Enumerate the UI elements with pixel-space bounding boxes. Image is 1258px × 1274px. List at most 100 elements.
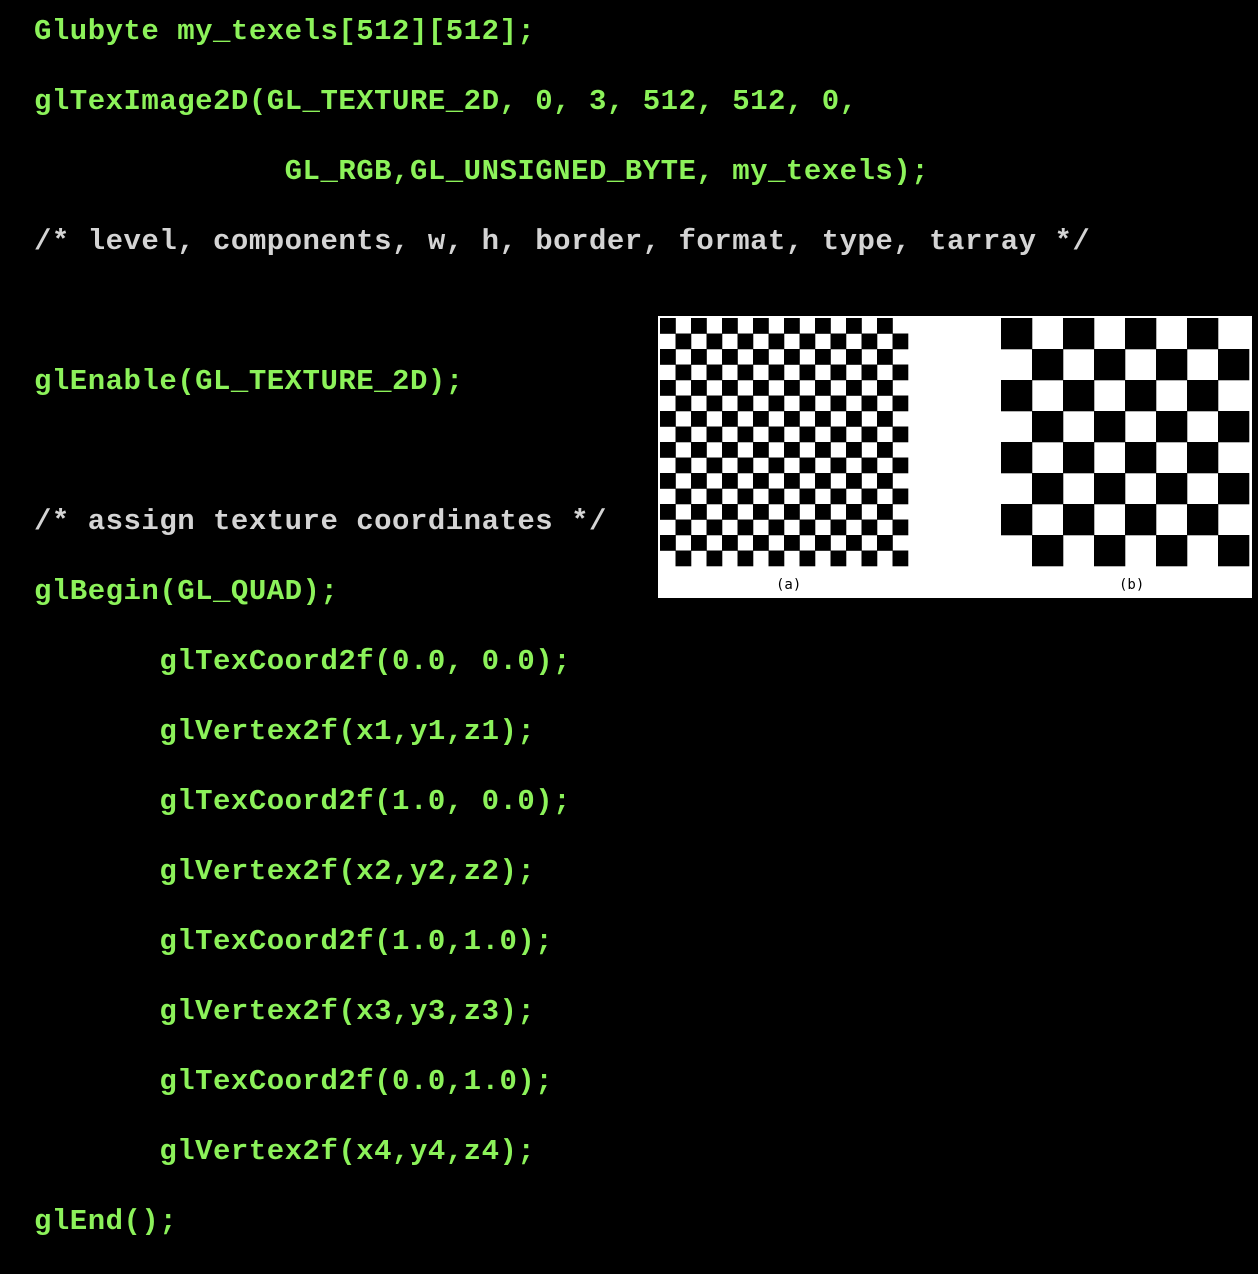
- code-listing: Glubyte my_texels[512][512]; glTexImage2…: [34, 14, 1090, 1274]
- checker-square-a: [660, 349, 676, 365]
- checker-square-a: [768, 519, 785, 536]
- checker-square-b: [1032, 411, 1064, 443]
- checker-square-b: [1063, 504, 1095, 536]
- checker-square-a: [830, 333, 847, 350]
- code-comment-params: /* level, components, w, h, border, form…: [34, 225, 1091, 258]
- checker-square-a: [861, 488, 878, 505]
- checker-square-a: [799, 488, 816, 505]
- checker-square-b: [1187, 504, 1219, 536]
- checker-square-a: [877, 380, 893, 396]
- checker-square-a: [768, 457, 785, 474]
- code-line-texcoord-2: glTexCoord2f(1.0, 0.0);: [34, 785, 572, 818]
- checker-square-a: [799, 333, 816, 350]
- panel-a-caption: (a): [776, 577, 802, 593]
- checker-square-a: [753, 411, 769, 427]
- checker-square-a: [722, 318, 738, 334]
- checker-square-b: [1125, 318, 1157, 350]
- checker-square-a: [706, 333, 723, 350]
- checker-square-b: [1001, 380, 1033, 412]
- checker-square-b: [1125, 442, 1157, 474]
- checker-square-b: [1094, 349, 1126, 381]
- checker-square-a: [737, 395, 754, 412]
- checker-square-a: [691, 380, 707, 396]
- checker-square-a: [691, 442, 707, 458]
- checker-square-a: [675, 395, 692, 412]
- checker-square-a: [753, 473, 769, 489]
- code-line-teximage2d: glTexImage2D(GL_TEXTURE_2D, 0, 3, 512, 5…: [34, 85, 858, 118]
- code-line-vertex-3: glVertex2f(x3,y3,z3);: [34, 995, 536, 1028]
- checker-square-b: [1063, 442, 1095, 474]
- checker-square-a: [815, 411, 831, 427]
- checker-square-a: [830, 395, 847, 412]
- checker-square-a: [691, 504, 707, 520]
- checker-square-a: [877, 473, 893, 489]
- code-line-texcoord-3: glTexCoord2f(1.0,1.0);: [34, 925, 554, 958]
- checker-square-a: [660, 442, 676, 458]
- checker-square-b: [1001, 318, 1033, 350]
- checker-square-b: [1156, 411, 1188, 443]
- checker-square-a: [706, 550, 723, 567]
- checker-square-a: [691, 473, 707, 489]
- checker-square-b: [1032, 535, 1064, 567]
- checker-square-a: [706, 519, 723, 536]
- checker-square-a: [892, 333, 909, 350]
- checker-square-a: [722, 442, 738, 458]
- checker-square-b: [1218, 349, 1250, 381]
- checker-square-a: [815, 504, 831, 520]
- checker-square-a: [799, 364, 816, 381]
- checker-square-b: [1094, 411, 1126, 443]
- checker-square-a: [675, 550, 692, 567]
- checker-square-a: [892, 488, 909, 505]
- checker-square-a: [815, 535, 831, 551]
- checker-square-a: [877, 349, 893, 365]
- checker-square-a: [877, 318, 893, 334]
- checker-square-a: [784, 473, 800, 489]
- checker-square-a: [722, 473, 738, 489]
- checker-square-a: [660, 380, 676, 396]
- checker-square-a: [815, 442, 831, 458]
- checker-square-b: [1032, 473, 1064, 505]
- checker-square-a: [846, 411, 862, 427]
- checker-square-a: [784, 442, 800, 458]
- checker-square-a: [768, 550, 785, 567]
- checker-square-b: [1187, 380, 1219, 412]
- checker-square-b: [1156, 349, 1188, 381]
- checker-square-a: [753, 349, 769, 365]
- checker-square-a: [846, 318, 862, 334]
- checker-square-a: [660, 535, 676, 551]
- checker-square-b: [1156, 535, 1188, 567]
- checker-square-a: [830, 426, 847, 443]
- checker-square-a: [861, 550, 878, 567]
- checker-square-a: [846, 504, 862, 520]
- checker-square-a: [861, 457, 878, 474]
- checker-square-a: [815, 318, 831, 334]
- checker-square-a: [784, 318, 800, 334]
- checker-square-a: [737, 333, 754, 350]
- checker-square-a: [784, 535, 800, 551]
- checker-square-b: [1094, 535, 1126, 567]
- checker-square-b: [1187, 442, 1219, 474]
- checker-square-a: [706, 426, 723, 443]
- checker-square-a: [830, 488, 847, 505]
- checker-square-a: [706, 457, 723, 474]
- checker-square-a: [768, 333, 785, 350]
- checker-square-a: [660, 473, 676, 489]
- checker-square-a: [675, 488, 692, 505]
- code-line-teximage2d-args: GL_RGB,GL_UNSIGNED_BYTE, my_texels);: [34, 155, 930, 188]
- checker-square-a: [830, 364, 847, 381]
- checker-square-b: [1218, 535, 1250, 567]
- checker-square-a: [892, 395, 909, 412]
- checker-square-a: [675, 457, 692, 474]
- checker-square-a: [799, 550, 816, 567]
- checker-square-a: [784, 411, 800, 427]
- checker-square-a: [737, 457, 754, 474]
- checker-square-a: [737, 364, 754, 381]
- checkerboard-panel-b: [1001, 318, 1250, 567]
- code-line-texel-decl: Glubyte my_texels[512][512];: [34, 15, 536, 48]
- checker-square-a: [675, 364, 692, 381]
- code-line-texcoord-1: glTexCoord2f(0.0, 0.0);: [34, 645, 572, 678]
- checker-square-a: [675, 519, 692, 536]
- checker-square-a: [722, 411, 738, 427]
- checker-square-a: [815, 473, 831, 489]
- checker-square-a: [877, 535, 893, 551]
